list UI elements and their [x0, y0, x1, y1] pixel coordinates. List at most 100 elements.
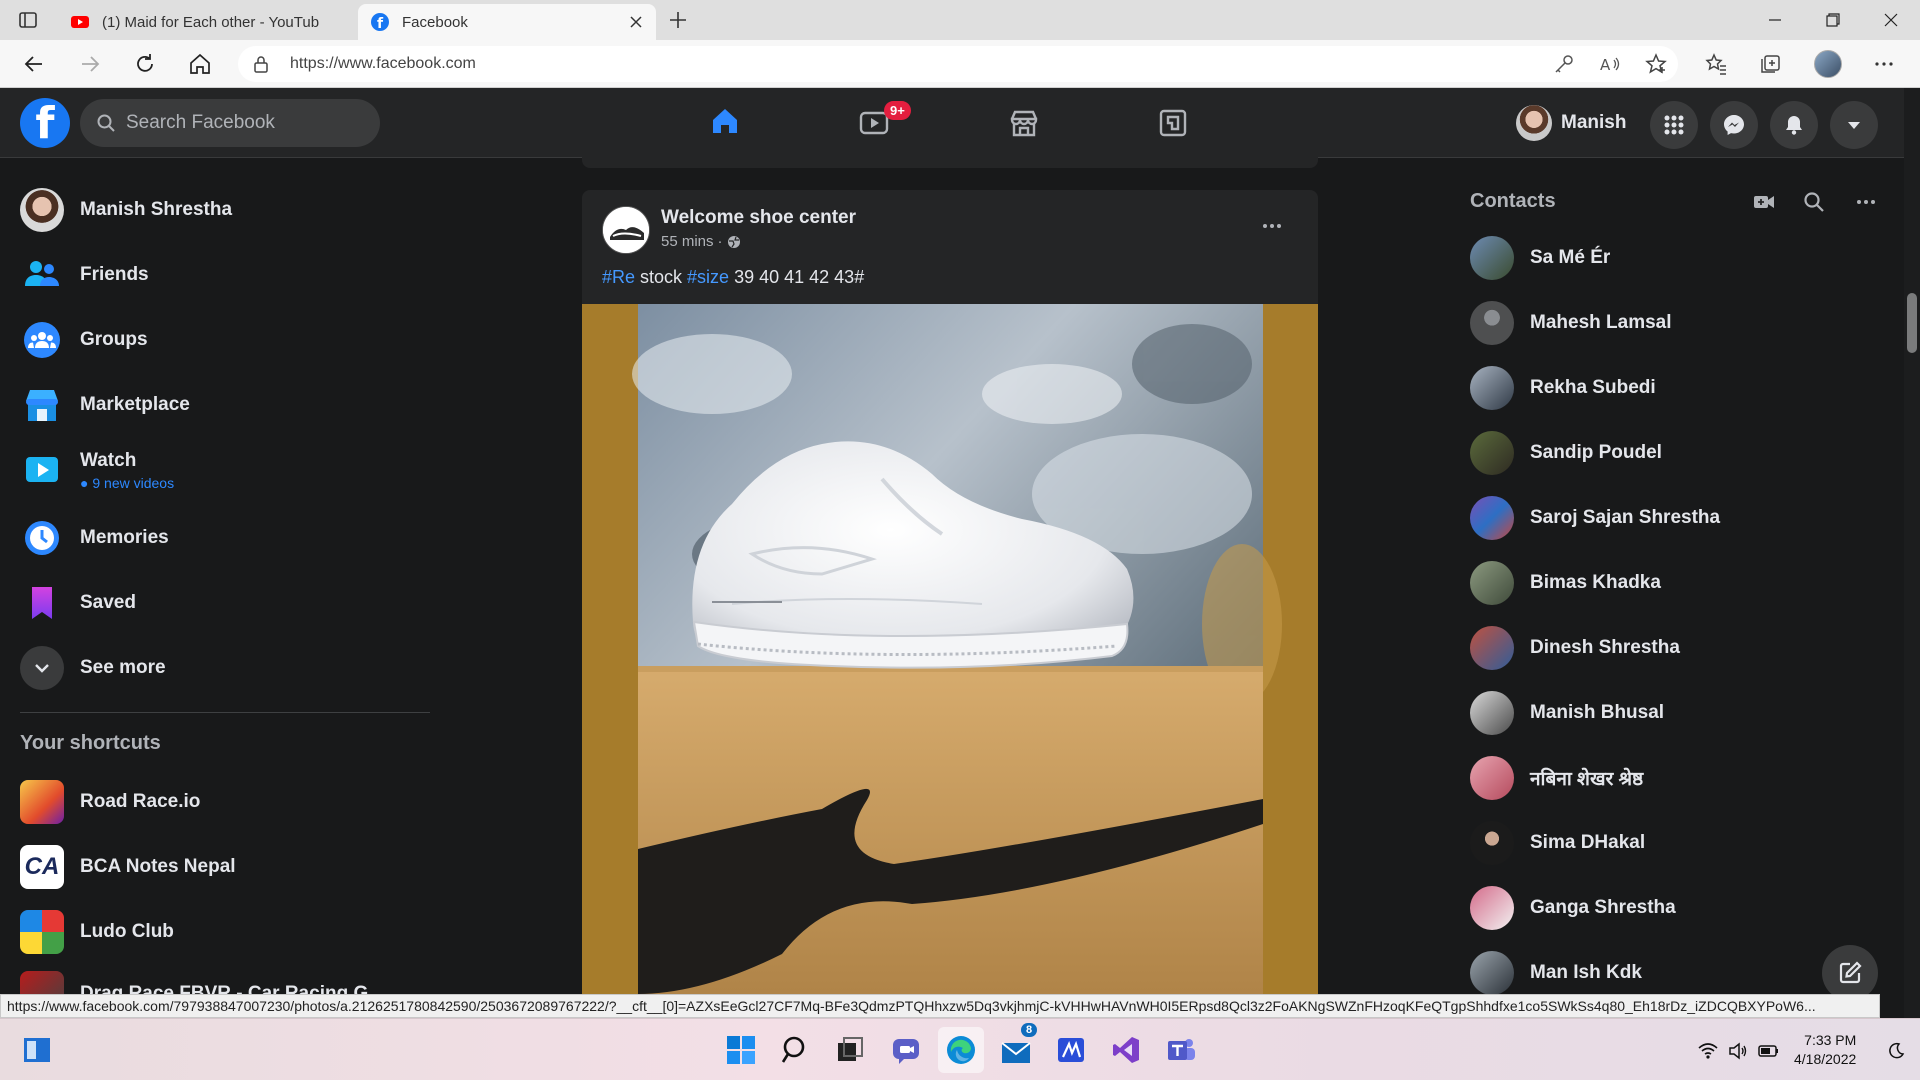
- lock-icon[interactable]: [252, 55, 270, 73]
- shortcut-item[interactable]: Road Race.io: [20, 776, 200, 828]
- refresh-icon[interactable]: [133, 52, 157, 76]
- tab-title: Facebook: [402, 13, 468, 31]
- shortcut-item[interactable]: CA BCA Notes Nepal: [20, 841, 236, 893]
- post-author[interactable]: Welcome shoe center: [661, 207, 856, 229]
- sidebar-item-watch[interactable]: Watch ● 9 new videos: [20, 444, 174, 496]
- contact-item[interactable]: Manish Bhusal: [1470, 687, 1664, 739]
- focus-assist-icon[interactable]: [1886, 1041, 1906, 1061]
- favorite-add-icon[interactable]: [1644, 52, 1668, 76]
- video-call-icon[interactable]: [1752, 190, 1776, 214]
- close-window-icon[interactable]: [1862, 0, 1920, 40]
- collections-icon[interactable]: [1758, 52, 1782, 76]
- sidebar-item-groups[interactable]: Groups: [20, 314, 148, 366]
- page-scrollbar[interactable]: [1904, 88, 1920, 1018]
- browser-tab-bar: (1) Maid for Each other - YouTub f Faceb…: [0, 0, 1920, 40]
- shortcut-label: Road Race.io: [80, 791, 201, 812]
- teams-icon[interactable]: [1164, 1033, 1198, 1067]
- bell-icon: [1783, 114, 1805, 136]
- tab-watch[interactable]: 9+: [806, 88, 942, 158]
- home-icon[interactable]: [188, 52, 212, 76]
- sidebar-item-friends[interactable]: Friends: [20, 249, 149, 301]
- post-photo[interactable]: [582, 304, 1318, 994]
- read-aloud-icon[interactable]: A: [1598, 52, 1622, 76]
- avatar: [1470, 756, 1514, 800]
- mail-icon[interactable]: 8: [999, 1023, 1038, 1067]
- sidebar-item-memories[interactable]: Memories: [20, 512, 169, 564]
- contact-item[interactable]: Sandip Poudel: [1470, 427, 1662, 479]
- back-icon[interactable]: [22, 52, 46, 76]
- edge-taskbar-icon[interactable]: [938, 1027, 984, 1073]
- contact-item[interactable]: Dinesh Shrestha: [1470, 622, 1680, 674]
- sidebar-item-marketplace[interactable]: Marketplace: [20, 379, 190, 431]
- sidebar-item-label: Manish Shrestha: [80, 199, 233, 220]
- search-input[interactable]: [126, 112, 356, 134]
- tab-facebook[interactable]: f Facebook: [358, 4, 656, 40]
- shortcut-item[interactable]: Ludo Club: [20, 906, 174, 958]
- menu-button[interactable]: [1650, 101, 1698, 149]
- contact-item[interactable]: नबिना शेखर श्रेष्ठ: [1470, 752, 1643, 804]
- messenger-button[interactable]: [1710, 101, 1758, 149]
- tab-home[interactable]: [657, 88, 793, 158]
- favorites-icon[interactable]: [1704, 52, 1728, 76]
- post-options-icon[interactable]: [1260, 214, 1284, 238]
- scrollbar-thumb[interactable]: [1907, 293, 1917, 353]
- shortcut-item[interactable]: Drag Race FBVR - Car Racing G: [20, 971, 368, 994]
- sidebar-item-profile[interactable]: Manish Shrestha: [20, 184, 232, 236]
- visual-studio-icon[interactable]: [1109, 1033, 1143, 1067]
- taskbar-clock[interactable]: 7:33 PM 4/18/2022: [1794, 1031, 1856, 1069]
- start-icon[interactable]: [724, 1033, 758, 1067]
- tab-marketplace[interactable]: [956, 88, 1092, 158]
- minimize-icon[interactable]: [1746, 0, 1804, 40]
- forward-icon[interactable]: [78, 52, 102, 76]
- volume-icon[interactable]: [1728, 1041, 1748, 1061]
- new-tab-icon[interactable]: [668, 10, 688, 30]
- contact-item[interactable]: Saroj Sajan Shrestha: [1470, 492, 1720, 544]
- contact-item[interactable]: Bimas Khadka: [1470, 557, 1661, 609]
- profile-chip[interactable]: Manish: [1516, 101, 1626, 145]
- close-tab-icon[interactable]: [628, 14, 644, 30]
- account-button[interactable]: [1830, 101, 1878, 149]
- contacts-options-icon[interactable]: [1854, 190, 1878, 214]
- hashtag-link[interactable]: #size: [687, 267, 729, 287]
- avatar: [1470, 886, 1514, 930]
- url-field[interactable]: https://www.facebook.com: [238, 46, 1678, 82]
- more-options-icon[interactable]: [1872, 52, 1896, 76]
- tab-actions-icon[interactable]: [18, 10, 38, 30]
- tab-youtube[interactable]: (1) Maid for Each other - YouTub: [58, 4, 356, 40]
- facebook-logo-icon[interactable]: f: [20, 98, 70, 149]
- search-box[interactable]: [80, 99, 380, 147]
- whiteboard-icon[interactable]: [1054, 1033, 1088, 1067]
- contact-item[interactable]: Mahesh Lamsal: [1470, 297, 1672, 349]
- contact-item[interactable]: Sa Mé Ér: [1470, 232, 1610, 284]
- page-avatar[interactable]: [602, 206, 650, 254]
- contact-item[interactable]: Rekha Subedi: [1470, 362, 1656, 414]
- battery-icon[interactable]: [1758, 1041, 1778, 1061]
- chat-icon[interactable]: [889, 1033, 923, 1067]
- hashtag-link[interactable]: #Re: [602, 267, 635, 287]
- clock-date: 4/18/2022: [1794, 1051, 1857, 1067]
- show-desktop-icon[interactable]: [20, 1033, 54, 1067]
- notifications-button[interactable]: [1770, 101, 1818, 149]
- drag-race-icon: [20, 971, 64, 994]
- contact-item[interactable]: Sima DHakal: [1470, 817, 1645, 869]
- task-view-icon[interactable]: [834, 1033, 868, 1067]
- avatar: [1470, 626, 1514, 670]
- post-card: Welcome shoe center 55 mins · #Re stock …: [582, 190, 1318, 994]
- tab-gaming[interactable]: [1105, 88, 1241, 158]
- search-icon: [96, 113, 116, 133]
- post-time[interactable]: 55 mins: [661, 233, 714, 250]
- key-icon[interactable]: [1552, 52, 1576, 76]
- search-contacts-icon[interactable]: [1802, 190, 1826, 214]
- contact-item[interactable]: Ganga Shrestha: [1470, 882, 1676, 934]
- left-sidebar: Manish Shrestha Friends Groups Marketpla…: [0, 158, 440, 994]
- sidebar-item-saved[interactable]: Saved: [20, 577, 136, 629]
- contact-item[interactable]: Man Ish Kdk: [1470, 947, 1642, 999]
- sidebar-item-see-more[interactable]: See more: [20, 642, 166, 694]
- avatar: [1470, 951, 1514, 995]
- new-message-button[interactable]: [1822, 945, 1878, 1001]
- browser-profile-avatar[interactable]: [1814, 50, 1842, 78]
- wifi-icon[interactable]: [1698, 1041, 1718, 1061]
- taskbar-search-icon[interactable]: [779, 1033, 813, 1067]
- restore-icon[interactable]: [1804, 0, 1862, 40]
- contact-name: Sandip Poudel: [1530, 442, 1662, 463]
